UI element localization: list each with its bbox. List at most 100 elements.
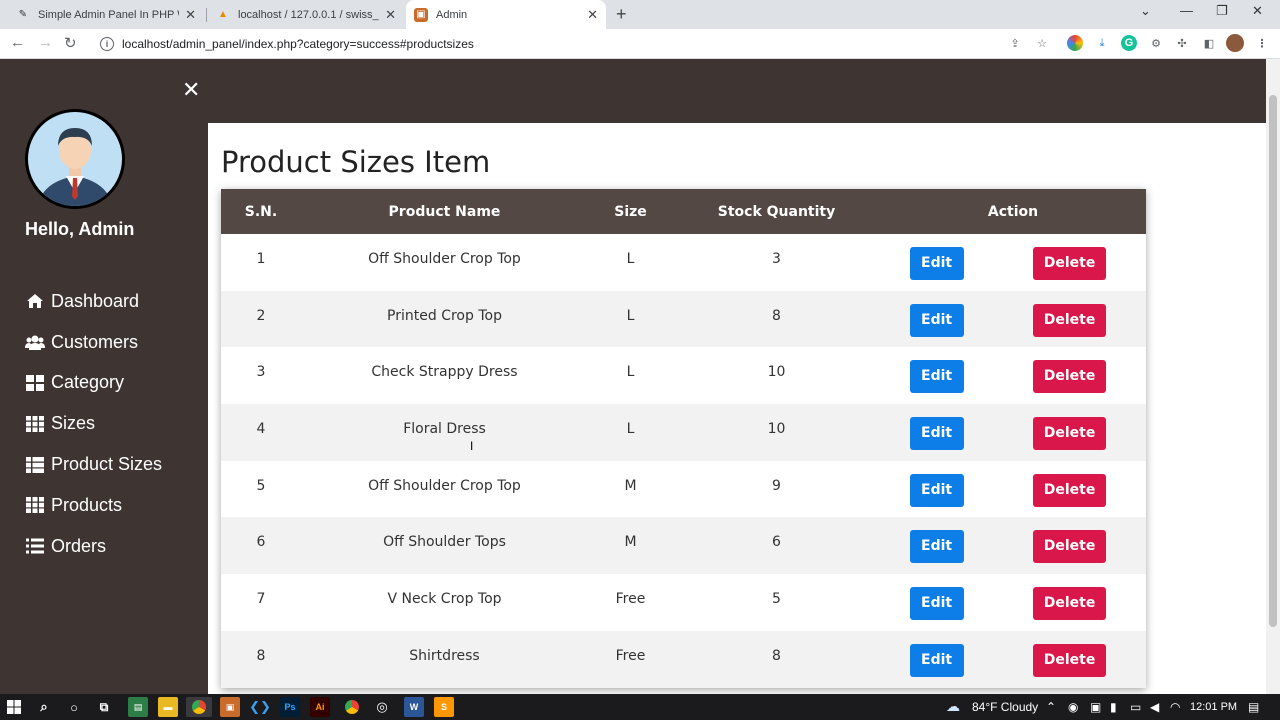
photoshop-icon[interactable]: Ps bbox=[280, 697, 300, 717]
cell-size: Free bbox=[615, 591, 646, 608]
color-extension-icon[interactable] bbox=[1067, 35, 1083, 51]
notifications-icon[interactable]: ▤ bbox=[1248, 700, 1259, 714]
close-tab-icon[interactable]: ✕ bbox=[587, 7, 598, 23]
file-explorer-icon[interactable]: ▬ bbox=[158, 697, 178, 717]
side-panel-icon[interactable]: ◧ bbox=[1201, 35, 1217, 51]
cell-action-edit: Edit bbox=[880, 461, 993, 518]
sidebar-item-dashboard[interactable]: Dashboard bbox=[25, 281, 205, 322]
grammarly-icon[interactable]: G bbox=[1121, 35, 1137, 51]
cell-stock-quantity: 10 bbox=[767, 364, 786, 381]
download-extension-icon[interactable]: ⤓ bbox=[1094, 35, 1110, 51]
wifi-icon[interactable]: ◠ bbox=[1170, 700, 1180, 714]
sidebar-item-product-sizes[interactable]: Product Sizes bbox=[25, 444, 205, 485]
cell-action-delete: Delete bbox=[993, 517, 1146, 574]
speaker-icon[interactable]: ◀ bbox=[1150, 700, 1159, 714]
edit-button[interactable]: Edit bbox=[909, 643, 964, 677]
weather-text[interactable]: 84°F Cloudy bbox=[972, 700, 1038, 714]
browser-tab[interactable]: ▲ localhost / 127.0.0.1 / swiss_colle ✕ bbox=[208, 0, 404, 29]
record-icon[interactable]: ◉ bbox=[1068, 700, 1078, 714]
profile-avatar[interactable] bbox=[1226, 34, 1244, 52]
delete-button[interactable]: Delete bbox=[1033, 417, 1107, 451]
edit-button[interactable]: Edit bbox=[909, 247, 964, 280]
browser-tab[interactable]: ✎ Simple Admin Panel In PHP With ✕ bbox=[8, 0, 204, 29]
text-cursor-icon: I bbox=[470, 439, 474, 453]
sidebar: ✕ Hello, Admin Dashboard Customers Categ… bbox=[0, 59, 208, 694]
sidebar-item-label: Orders bbox=[51, 535, 107, 556]
battery-icon[interactable]: ▭ bbox=[1130, 700, 1141, 714]
camera-icon[interactable]: ▣ bbox=[1090, 700, 1101, 714]
page-scrollbar[interactable] bbox=[1266, 59, 1280, 694]
windows-start-icon[interactable] bbox=[4, 697, 24, 717]
edit-button[interactable]: Edit bbox=[909, 587, 964, 621]
cell-product-name: Floral Dress bbox=[403, 421, 486, 438]
sidebar-item-customers[interactable]: Customers bbox=[25, 322, 205, 363]
info-icon[interactable]: i bbox=[100, 37, 114, 51]
app-circle-icon[interactable]: ◎ bbox=[372, 697, 392, 717]
close-window-icon[interactable]: ✕ bbox=[1252, 3, 1263, 19]
task-view-icon[interactable]: ⧉ bbox=[94, 697, 114, 717]
cell-size: M bbox=[624, 534, 637, 551]
mic-icon[interactable]: ▮ bbox=[1110, 700, 1117, 714]
sidebar-item-sizes[interactable]: Sizes bbox=[25, 403, 205, 444]
tray-chevron-icon[interactable]: ⌃ bbox=[1046, 700, 1056, 714]
share-icon[interactable]: ⇪ bbox=[1007, 35, 1023, 51]
scrollbar-thumb[interactable] bbox=[1269, 95, 1277, 627]
list-icon bbox=[25, 538, 45, 554]
edit-button[interactable]: Edit bbox=[909, 303, 964, 337]
chrome-taskbar-icon[interactable] bbox=[186, 697, 212, 717]
cell-action-delete: Delete bbox=[993, 347, 1146, 404]
edit-button[interactable]: Edit bbox=[909, 530, 964, 564]
close-sidebar-icon[interactable]: ✕ bbox=[182, 77, 200, 103]
delete-button[interactable]: Delete bbox=[1033, 530, 1107, 564]
column-header-size: Size bbox=[614, 203, 647, 220]
delete-button[interactable]: Delete bbox=[1033, 303, 1107, 337]
delete-button[interactable]: Delete bbox=[1033, 643, 1107, 677]
tab-search-chevron-icon[interactable]: ⌄ bbox=[1140, 3, 1151, 19]
word-icon[interactable]: W bbox=[404, 697, 424, 717]
edit-button[interactable]: Edit bbox=[909, 360, 964, 394]
sidebar-item-category[interactable]: Category bbox=[25, 363, 205, 404]
delete-button[interactable]: Delete bbox=[1033, 587, 1107, 621]
windows-taskbar: ⌕ ○ ⧉ ▤ ▬ ▣ ❮❯ Ps Ai ◎ W S ☁ 84°F Cloudy… bbox=[0, 694, 1280, 720]
store-app-icon[interactable]: ▤ bbox=[128, 697, 148, 717]
forward-icon[interactable]: → bbox=[38, 34, 53, 51]
puzzle-extensions-icon[interactable]: ✣ bbox=[1174, 35, 1190, 51]
cortana-icon[interactable]: ○ bbox=[64, 697, 84, 717]
extension-icon[interactable]: ⚙ bbox=[1148, 35, 1164, 51]
cell-size: L bbox=[626, 307, 635, 324]
close-tab-icon[interactable]: ✕ bbox=[185, 7, 196, 23]
cloud-icon: ☁ bbox=[946, 698, 960, 714]
bookmark-star-icon[interactable]: ☆ bbox=[1034, 35, 1050, 51]
minimize-icon[interactable]: — bbox=[1180, 3, 1193, 18]
column-header-stock-quantity: Stock Quantity bbox=[717, 203, 836, 220]
cell-product-name: V Neck Crop Top bbox=[387, 591, 502, 608]
sidebar-item-label: Sizes bbox=[51, 413, 96, 434]
close-tab-icon[interactable]: ✕ bbox=[385, 7, 396, 23]
top-navbar bbox=[208, 59, 1266, 123]
reload-icon[interactable]: ↻ bbox=[64, 34, 77, 52]
delete-button[interactable]: Delete bbox=[1033, 247, 1107, 280]
clock-time[interactable]: 12:01 PM bbox=[1190, 701, 1237, 713]
back-icon[interactable]: ← bbox=[10, 34, 25, 51]
xampp-icon[interactable]: ▣ bbox=[220, 697, 240, 717]
sidebar-item-orders[interactable]: Orders bbox=[25, 526, 205, 567]
table-row: 5 Off Shoulder Crop Top M 9 Edit Delete bbox=[221, 460, 1146, 518]
delete-button[interactable]: Delete bbox=[1033, 360, 1107, 394]
menu-kebab-icon[interactable]: ⋮ bbox=[1254, 35, 1270, 51]
sidebar-item-products[interactable]: Products bbox=[25, 485, 205, 526]
table-row: 3 Check Strappy Dress L 10 Edit Delete bbox=[221, 347, 1146, 405]
edit-button[interactable]: Edit bbox=[909, 473, 964, 507]
vscode-icon[interactable]: ❮❯ bbox=[249, 697, 271, 717]
illustrator-icon[interactable]: Ai bbox=[310, 697, 330, 717]
sublime-icon[interactable]: S bbox=[434, 697, 454, 717]
browser-tab-active[interactable]: ▣ Admin ✕ bbox=[406, 0, 606, 29]
address-bar[interactable]: i localhost/admin_panel/index.php?catego… bbox=[92, 31, 1060, 57]
search-icon[interactable]: ⌕ bbox=[34, 697, 54, 717]
delete-button[interactable]: Delete bbox=[1033, 473, 1107, 507]
cell-size: L bbox=[626, 421, 635, 438]
product-sizes-table: S.N. Product Name Size Stock Quantity Ac… bbox=[221, 189, 1146, 688]
chrome-alt-icon[interactable] bbox=[342, 697, 362, 717]
maximize-icon[interactable]: ❐ bbox=[1216, 3, 1228, 19]
new-tab-icon[interactable]: + bbox=[616, 4, 627, 25]
edit-button[interactable]: Edit bbox=[909, 417, 964, 451]
